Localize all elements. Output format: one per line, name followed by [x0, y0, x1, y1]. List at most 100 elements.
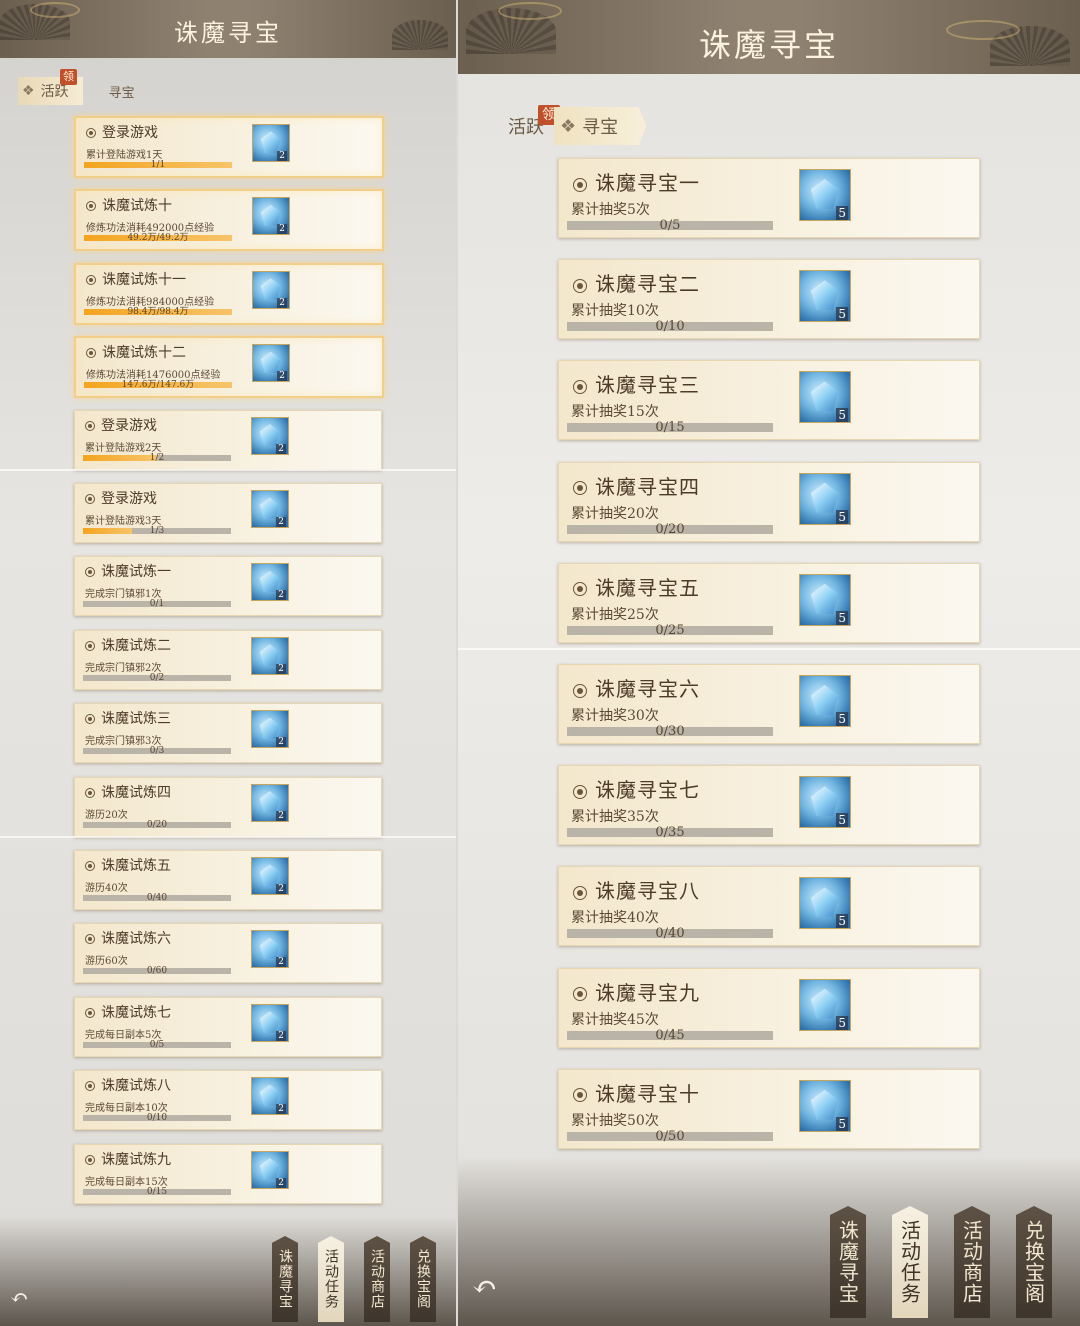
gem-icon	[811, 786, 839, 817]
progress-text: 0/60	[146, 966, 168, 977]
task-card[interactable]: 诛魔寻宝四 累计抽奖20次 0/20 5	[558, 461, 980, 542]
task-card[interactable]: 诛魔试炼一 完成宗门镇邪1次 0/1 2	[74, 556, 382, 617]
progress-bar: 0/20	[83, 820, 231, 830]
nav-tab[interactable]: 兑换宝阁	[1016, 1206, 1052, 1318]
task-card[interactable]: 诛魔寻宝五 累计抽奖25次 0/25 5	[558, 562, 980, 643]
task-card[interactable]: 登录游戏 累计登陆游戏2天 1/2 2	[74, 409, 382, 470]
bullet-icon	[86, 128, 96, 138]
nav-tab[interactable]: 活动任务领	[892, 1206, 928, 1318]
task-card[interactable]: 诛魔试炼十二 修炼功法消耗1476000点经验 147.6万/147.6万 2	[74, 336, 384, 399]
tab-treasure[interactable]: ❖ 寻宝	[554, 107, 647, 145]
gem-icon	[259, 864, 280, 887]
tab-active[interactable]: ❖ 活跃 领	[18, 69, 83, 105]
task-card[interactable]: 诛魔试炼十一 修炼功法消耗984000点经验 98.4万/98.4万 2	[74, 262, 384, 325]
task-card[interactable]: 登录游戏 累计登陆游戏1天 1/1 2	[74, 116, 384, 178]
gem-reward-icon[interactable]: 2	[251, 1150, 289, 1189]
reward-count: 2	[276, 517, 286, 527]
gem-reward-icon[interactable]: 5	[799, 776, 851, 829]
gem-reward-icon[interactable]: 5	[799, 169, 851, 221]
task-card[interactable]: 诛魔试炼八 完成每日副本10次 0/10 2	[74, 1070, 382, 1131]
gem-reward-icon[interactable]: 2	[251, 1077, 289, 1116]
gem-reward-icon[interactable]: 5	[799, 472, 851, 525]
reward-count: 2	[276, 1177, 286, 1188]
cloud-decoration-icon	[498, 2, 562, 20]
gem-reward-icon[interactable]: 2	[251, 416, 289, 455]
task-card[interactable]: 诛魔寻宝十 累计抽奖50次 0/50 5	[558, 1068, 980, 1149]
task-title-text: 诛魔寻宝五	[595, 575, 700, 600]
gem-icon	[811, 887, 839, 918]
progress-bar: 0/35	[567, 825, 773, 840]
gem-icon	[260, 204, 281, 227]
bullet-icon	[85, 1007, 95, 1018]
progress-text: 0/2	[149, 672, 165, 683]
task-card[interactable]: 诛魔试炼五 游历40次 0/40 2	[74, 850, 382, 910]
progress-bar: 0/10	[83, 1113, 231, 1123]
left-screenshot-panel: 诛魔寻宝 ❖ 活跃 领 寻宝 登录游戏 累计登陆游戏1天 1/1 2 诛魔试炼十 修炼功法…	[0, 0, 456, 1326]
task-card[interactable]: 诛魔寻宝一 累计抽奖5次 0/5 5	[558, 158, 980, 238]
left-tab-bar: ❖ 活跃 领 寻宝	[18, 69, 135, 106]
bullet-icon	[86, 348, 96, 359]
gem-reward-icon[interactable]: 2	[252, 197, 290, 236]
back-arrow-icon[interactable]: ↶	[10, 1286, 28, 1311]
gem-reward-icon[interactable]: 2	[252, 124, 290, 162]
gem-reward-icon[interactable]: 2	[251, 636, 289, 675]
task-card[interactable]: 诛魔寻宝三 累计抽奖15次 0/15 5	[558, 360, 980, 441]
back-arrow-icon[interactable]: ↶	[472, 1270, 497, 1305]
task-card[interactable]: 登录游戏 累计登陆游戏3天 1/3 2	[74, 483, 382, 543]
nav-tab[interactable]: 活动商店	[364, 1236, 390, 1322]
gem-reward-icon[interactable]: 2	[251, 563, 289, 602]
tab-treasure[interactable]: 寻宝	[109, 82, 135, 101]
gem-reward-icon[interactable]: 2	[251, 490, 289, 528]
task-card[interactable]: 诛魔寻宝六 累计抽奖30次 0/30 5	[558, 664, 980, 744]
bottom-nav: 诛魔寻宝 活动任务领活动商店 兑换宝阁	[272, 1236, 456, 1322]
task-title-text: 诛魔寻宝四	[595, 474, 700, 499]
reward-count: 5	[836, 712, 848, 726]
task-card[interactable]: 诛魔寻宝七 累计抽奖35次 0/35 5	[558, 765, 980, 846]
task-card[interactable]: 诛魔试炼二 完成宗门镇邪2次 0/2 2	[74, 629, 382, 690]
task-card[interactable]: 诛魔试炼三 完成宗门镇邪3次 0/3 2	[74, 703, 382, 764]
gem-reward-icon[interactable]: 5	[799, 573, 851, 626]
gem-reward-icon[interactable]: 2	[251, 930, 289, 969]
task-card[interactable]: 诛魔试炼九 完成每日副本15次 0/15 2	[74, 1143, 382, 1204]
tab-active-rewards[interactable]: 活跃 领	[508, 105, 560, 139]
nav-tab[interactable]: 诛魔寻宝	[830, 1206, 866, 1318]
nav-tab[interactable]: 诛魔寻宝	[272, 1236, 298, 1322]
task-description: 累计抽奖50次	[571, 1112, 659, 1129]
gem-reward-icon[interactable]: 5	[799, 877, 851, 930]
gem-icon	[260, 351, 281, 374]
reward-count: 2	[277, 371, 287, 382]
nav-tab[interactable]: 兑换宝阁	[410, 1236, 436, 1322]
task-title: 诛魔试炼四	[85, 782, 171, 802]
gem-reward-icon[interactable]: 2	[252, 270, 290, 309]
task-card[interactable]: 诛魔寻宝八 累计抽奖40次 0/40 5	[558, 866, 980, 947]
bullet-icon	[86, 274, 96, 285]
gem-reward-icon[interactable]: 2	[251, 857, 289, 895]
bullet-icon	[85, 567, 95, 578]
task-description: 累计抽奖20次	[571, 505, 659, 522]
gem-reward-icon[interactable]: 5	[799, 1079, 851, 1132]
page-title: 诛魔寻宝	[174, 19, 282, 47]
task-card[interactable]: 诛魔寻宝九 累计抽奖45次 0/45 5	[558, 967, 980, 1048]
gem-reward-icon[interactable]: 2	[251, 1003, 289, 1042]
gem-reward-icon[interactable]: 5	[799, 675, 851, 727]
gem-icon	[811, 685, 839, 715]
gem-reward-icon[interactable]: 5	[799, 371, 851, 424]
gem-reward-icon[interactable]: 2	[252, 344, 290, 383]
task-card[interactable]: 诛魔试炼十 修炼功法消耗492000点经验 49.2万/49.2万 2	[74, 189, 384, 252]
gem-reward-icon[interactable]: 5	[799, 978, 851, 1031]
nav-tab[interactable]: 活动任务领	[318, 1236, 344, 1322]
task-card[interactable]: 诛魔试炼四 游历20次 0/20 2	[74, 776, 382, 837]
task-description: 累计抽奖10次	[571, 303, 659, 320]
gem-reward-icon[interactable]: 2	[251, 710, 289, 749]
progress-bar: 0/60	[83, 966, 231, 977]
task-title: 诛魔试炼七	[85, 1002, 171, 1022]
task-card[interactable]: 诛魔试炼六 游历60次 0/60 2	[74, 923, 382, 984]
nav-tab[interactable]: 活动商店	[954, 1206, 990, 1318]
gem-reward-icon[interactable]: 2	[251, 783, 289, 822]
task-card[interactable]: 诛魔寻宝二 累计抽奖10次 0/10 5	[558, 259, 980, 340]
task-title: 诛魔寻宝六	[573, 673, 700, 702]
task-title: 诛魔试炼九	[85, 1149, 171, 1169]
task-card[interactable]: 诛魔试炼七 完成每日副本5次 0/5 2	[74, 996, 382, 1057]
task-title-text: 诛魔寻宝三	[595, 373, 700, 398]
gem-reward-icon[interactable]: 5	[799, 270, 851, 323]
